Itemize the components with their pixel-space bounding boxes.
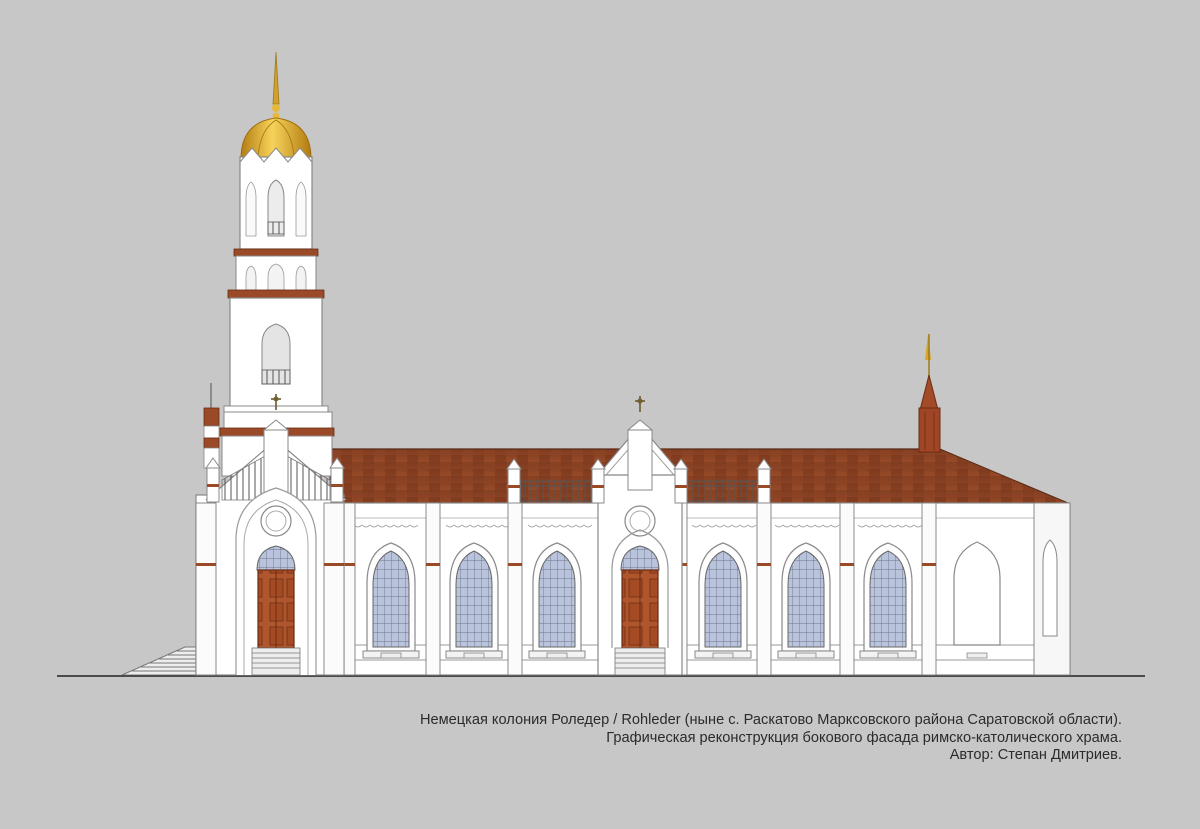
caption-line-1: Немецкая колония Роледер / Rohleder (нын… [419,712,1122,728]
left-turret [203,383,220,469]
parapet-rail-right [685,480,760,502]
portal-steps [614,647,666,676]
caption-line-2: Графическая реконструкция бокового фасад… [606,729,1122,746]
window [694,542,752,659]
bell-tower [219,51,335,477]
window [445,542,503,659]
window [777,542,835,659]
parapet-rail-left [520,480,595,502]
window [362,542,420,659]
church-facade-drawing [57,51,1145,677]
rear-spire [918,334,941,453]
window [528,542,586,659]
caption-block: Немецкая колония Роледер / Rohleder (нын… [420,712,1122,765]
blind-arch [953,541,1001,646]
window [859,542,917,659]
main-portal-steps [251,647,301,676]
caption-line-3: Автор: Степан Дмитриев. [949,747,1122,763]
entrance-stairs [121,646,197,676]
